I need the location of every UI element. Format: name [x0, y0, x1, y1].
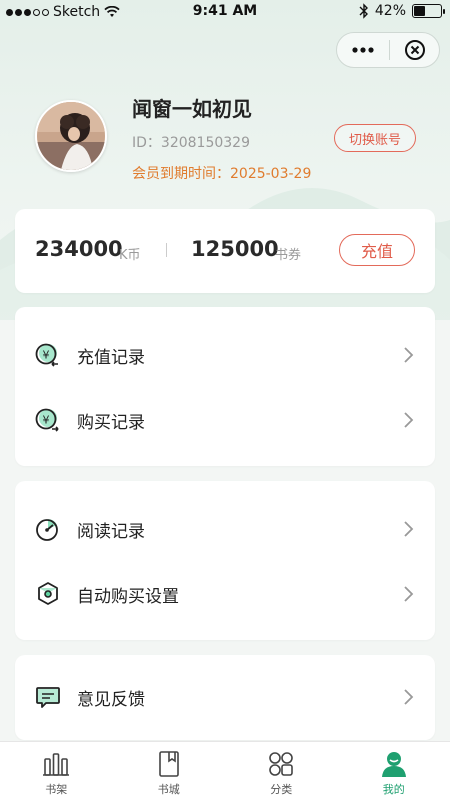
menu-item-label: 意见反馈	[77, 689, 145, 710]
bookshelf-icon	[43, 753, 70, 776]
voucher-unit: 书券	[275, 248, 302, 263]
coin-balance: 234000	[35, 237, 123, 261]
tab-bookshelf[interactable]: 书架	[0, 742, 113, 800]
recharge-record-icon: ¥	[35, 343, 58, 367]
avatar-image	[37, 102, 105, 170]
feedback-icon	[36, 687, 60, 708]
coin-unit: K币	[119, 248, 141, 263]
chevron-right-icon	[404, 521, 414, 537]
avatar[interactable]	[35, 100, 107, 172]
chevron-right-icon	[404, 412, 414, 428]
membership-expire: 会员到期时间：2025-03-29	[132, 166, 312, 182]
user-id: ID：3208150329	[132, 135, 250, 151]
auto-buy-settings-icon	[38, 582, 58, 605]
chevron-right-icon	[404, 586, 414, 602]
balance-card: 234000 K币 125000 书券 充值	[15, 209, 435, 293]
menu-item-feedback[interactable]: 意见反馈	[15, 669, 435, 725]
menu-group-feedback: 意见反馈	[15, 655, 435, 740]
menu-group-records: ¥ 充值记录 ¥ 购买记录	[15, 307, 435, 466]
balance-divider	[166, 243, 167, 257]
menu-item-reading-record[interactable]: 阅读记录	[15, 501, 435, 557]
battery-percent: 42%	[374, 3, 406, 19]
close-button[interactable]	[390, 33, 439, 67]
miniprogram-capsule	[336, 32, 440, 68]
menu-item-recharge-record[interactable]: ¥ 充值记录	[15, 327, 435, 383]
tab-bookstore[interactable]: 书城	[113, 742, 226, 800]
menu-item-label: 阅读记录	[77, 521, 145, 542]
category-icon	[269, 752, 294, 776]
close-circle-icon	[404, 40, 425, 60]
chevron-right-icon	[404, 347, 414, 363]
battery-icon	[412, 4, 445, 18]
more-dots-icon	[352, 47, 374, 53]
menu-item-label: 充值记录	[77, 347, 145, 368]
chevron-right-icon	[404, 689, 414, 705]
reading-record-icon	[36, 519, 58, 541]
more-button[interactable]	[337, 33, 389, 67]
menu-item-label: 购买记录	[77, 412, 145, 433]
profile-icon	[381, 752, 406, 777]
status-bar: Sketch 9:41 AM 42%	[0, 0, 450, 24]
purchase-record-icon: ¥	[35, 408, 59, 432]
menu-item-purchase-record[interactable]: ¥ 购买记录	[15, 392, 435, 448]
menu-item-label: 自动购买设置	[77, 586, 179, 607]
bookstore-icon	[158, 751, 179, 777]
tab-category[interactable]: 分类	[225, 742, 338, 800]
bottom-tab-bar: 书架 书城 分类 我的	[0, 741, 450, 800]
voucher-balance: 125000	[191, 237, 279, 261]
tab-label: 书城	[157, 783, 180, 796]
tab-profile[interactable]: 我的	[338, 742, 450, 800]
tab-label: 我的	[382, 783, 405, 796]
svg-text:¥: ¥	[43, 414, 50, 427]
menu-group-reading: 阅读记录 自动购买设置	[15, 481, 435, 640]
user-name: 闻窗一如初见	[132, 97, 252, 121]
tab-label: 书架	[45, 783, 68, 796]
tab-label: 分类	[270, 783, 293, 796]
recharge-button[interactable]: 充值	[339, 234, 415, 266]
switch-account-button[interactable]: 切换账号	[334, 124, 416, 152]
menu-item-auto-buy-settings[interactable]: 自动购买设置	[15, 566, 435, 622]
svg-text:¥: ¥	[43, 349, 50, 362]
bluetooth-icon	[359, 3, 368, 19]
